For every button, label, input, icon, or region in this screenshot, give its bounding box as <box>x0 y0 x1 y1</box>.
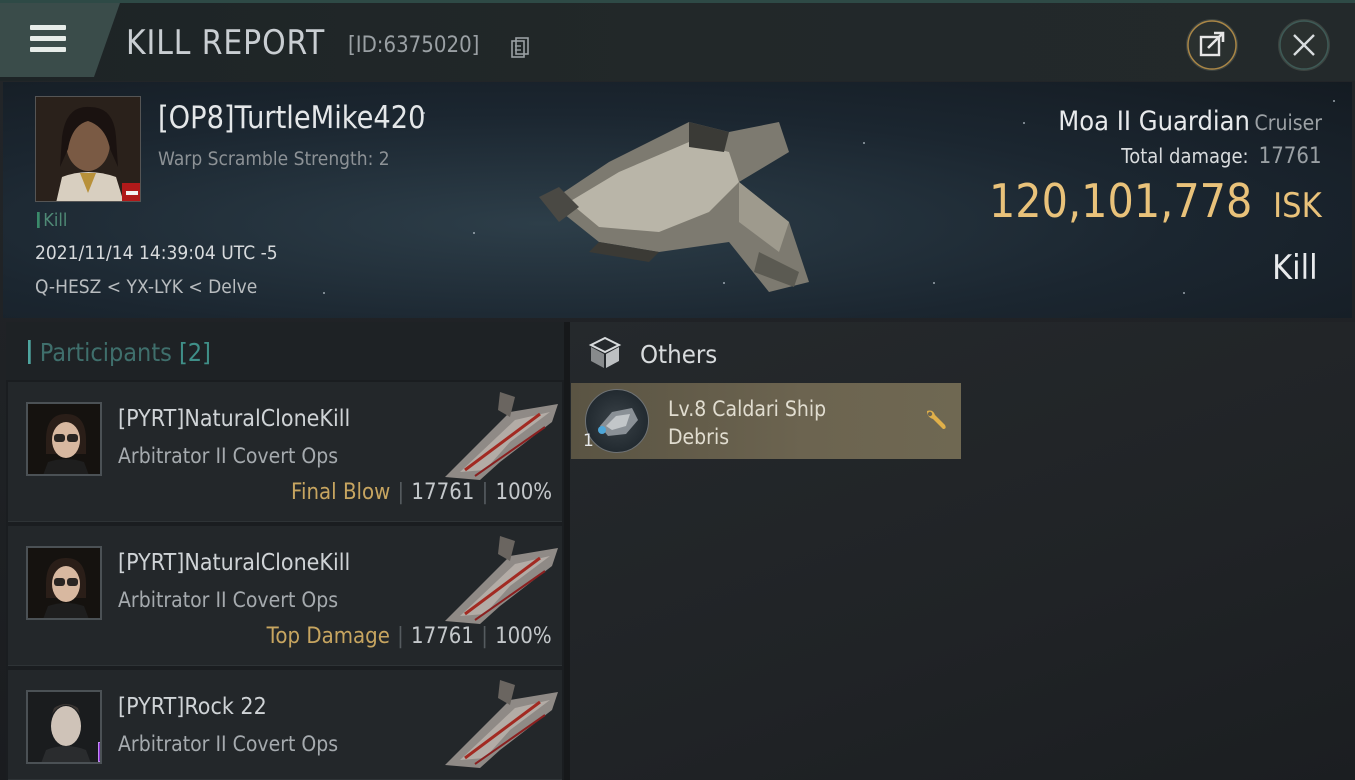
page-title: KILL REPORT <box>126 23 326 63</box>
participants-count: [2] <box>179 338 211 367</box>
participant-name[interactable]: [PYRT]NaturalCloneKill <box>118 406 350 432</box>
total-damage: Total damage: 17761 <box>1122 144 1322 169</box>
ship-class: Cruiser <box>1254 111 1322 135</box>
participant-percent: 100% <box>495 624 552 649</box>
participant-row[interactable]: [PYRT]NaturalCloneKill Arbitrator II Cov… <box>8 382 562 522</box>
final-blow-tag: Final Blow <box>290 480 391 505</box>
participant-damage: 17761 <box>411 624 475 649</box>
total-damage-label: Total damage: <box>1121 144 1250 168</box>
participant-row[interactable]: [PYRT]NaturalCloneKill Arbitrator II Cov… <box>8 526 562 666</box>
victim-ship-info: Moa II Guardian Cruiser <box>1058 106 1322 137</box>
victim-portrait[interactable] <box>35 96 141 202</box>
avatar[interactable] <box>26 690 102 764</box>
participant-ship: Arbitrator II Covert Ops <box>118 588 339 612</box>
loot-item-card[interactable]: 1 Lv.8 Caldari Ship Debris <box>571 383 961 459</box>
report-id: [ID:6375020] <box>348 33 480 58</box>
kill-location[interactable]: Q-HESZ < YX-LYK < Delve <box>35 276 257 298</box>
kill-datetime: 2021/11/14 14:39:04 UTC -5 <box>35 242 278 264</box>
warp-scramble-strength: Warp Scramble Strength: 2 <box>158 148 390 170</box>
info-badge-icon <box>98 742 100 762</box>
hamburger-icon <box>30 25 66 58</box>
header-bar: KILL REPORT [ID:6375020] <box>0 3 1355 81</box>
cube-icon <box>588 336 622 368</box>
participant-ship: Arbitrator II Covert Ops <box>118 444 339 468</box>
item-quantity: 1 <box>583 431 594 451</box>
avatar <box>36 97 140 201</box>
kill-tag: Kill <box>37 210 67 231</box>
share-icon <box>1187 20 1237 70</box>
participant-ship-image <box>445 680 558 768</box>
isk-unit: ISK <box>1273 186 1322 226</box>
total-damage-value: 17761 <box>1259 144 1322 169</box>
menu-button[interactable] <box>0 3 120 77</box>
participant-damage: 17761 <box>411 480 475 505</box>
item-thumbnail <box>585 389 649 453</box>
wrench-icon[interactable] <box>923 407 949 433</box>
item-name: Lv.8 Caldari Ship Debris <box>668 397 827 449</box>
participant-row[interactable]: [PYRT]Rock 22 Arbitrator II Covert Ops <box>8 670 562 780</box>
ship-name[interactable]: Moa II Guardian <box>1058 106 1250 137</box>
share-button[interactable] <box>1186 19 1238 71</box>
avatar[interactable] <box>26 402 102 476</box>
participant-stats: Final Blow | 17761 | 100% <box>290 480 552 505</box>
avatar[interactable] <box>26 546 102 620</box>
result-label: Kill <box>1272 248 1318 288</box>
participant-percent: 100% <box>495 480 552 505</box>
isk-amount: 120,101,778 <box>989 174 1253 228</box>
participant-name[interactable]: [PYRT]Rock 22 <box>118 694 267 720</box>
participant-ship-image <box>445 536 558 624</box>
participant-stats: Top Damage | 17761 | 100% <box>266 624 552 649</box>
participants-title: Participants [2] <box>28 338 211 367</box>
victim-ship-image[interactable] <box>539 102 819 302</box>
participant-ship: Arbitrator II Covert Ops <box>118 732 339 756</box>
top-damage-tag: Top Damage <box>266 624 391 649</box>
participant-name[interactable]: [PYRT]NaturalCloneKill <box>118 550 350 576</box>
close-button[interactable] <box>1278 19 1330 71</box>
copy-icon[interactable] <box>511 37 529 59</box>
others-title: Others <box>640 340 718 369</box>
isk-value: 120,101,778 ISK <box>989 174 1322 228</box>
close-icon <box>1279 20 1329 70</box>
participant-ship-image <box>445 392 558 480</box>
victim-name[interactable]: [OP8]TurtleMike420 <box>158 100 425 136</box>
victim-banner: [OP8]TurtleMike420 Warp Scramble Strengt… <box>3 82 1352 318</box>
